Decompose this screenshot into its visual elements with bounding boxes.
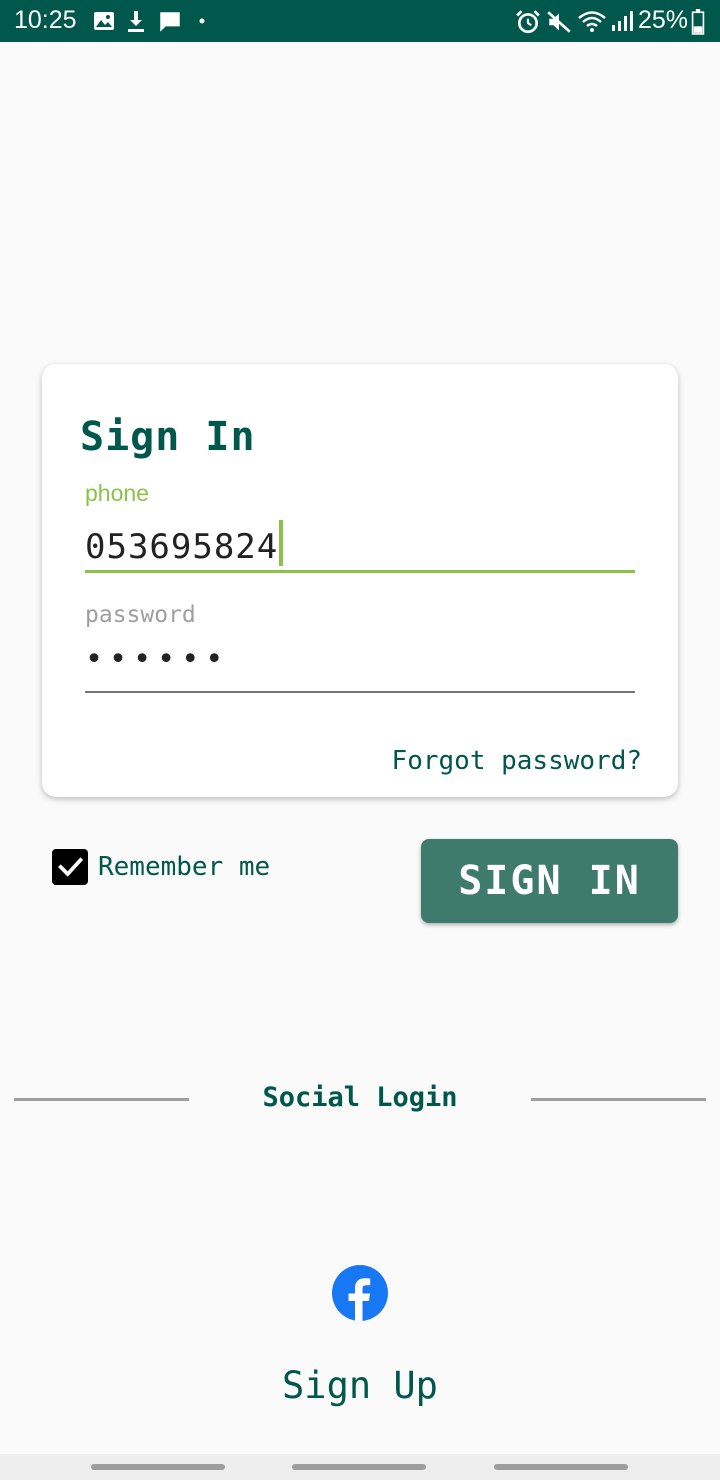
facebook-icon[interactable] — [332, 1265, 388, 1321]
signup-link[interactable]: Sign Up — [0, 1364, 720, 1407]
alarm-icon — [516, 10, 540, 34]
password-underline — [85, 691, 635, 693]
signin-card: Sign In phone 053695824 password •••••• … — [42, 364, 678, 797]
divider-right — [531, 1098, 706, 1101]
phone-label: phone — [85, 480, 149, 506]
mute-icon — [547, 11, 571, 33]
status-time: 10:25 — [14, 6, 77, 34]
check-icon — [58, 857, 84, 877]
message-icon — [160, 12, 180, 32]
status-bar: 10:25 25% — [0, 0, 720, 42]
signal-icon — [612, 11, 633, 31]
image-icon — [94, 12, 114, 30]
signin-button[interactable]: SIGN IN — [421, 839, 678, 923]
text-cursor — [279, 520, 284, 566]
battery-icon — [691, 9, 705, 35]
signin-title: Sign In — [80, 414, 256, 460]
nav-home-button[interactable] — [292, 1464, 426, 1470]
remember-me-label: Remember me — [98, 852, 271, 882]
password-input[interactable]: •••••• — [85, 642, 229, 677]
forgot-password-link[interactable]: Forgot password? — [392, 746, 642, 776]
nav-back-button[interactable] — [494, 1464, 628, 1470]
remember-me-checkbox[interactable]: Remember me — [52, 849, 270, 885]
wifi-icon — [578, 11, 606, 32]
download-icon — [128, 11, 144, 32]
battery-percent: 25% — [638, 6, 689, 34]
checkbox[interactable] — [52, 849, 88, 885]
phone-underline — [85, 570, 635, 573]
phone-value: 053695824 — [85, 527, 279, 567]
password-label: password — [85, 602, 196, 628]
navigation-bar — [0, 1454, 720, 1480]
dot-icon — [199, 18, 205, 24]
nav-recents-button[interactable] — [91, 1464, 225, 1470]
phone-input[interactable]: 053695824 — [85, 520, 284, 567]
